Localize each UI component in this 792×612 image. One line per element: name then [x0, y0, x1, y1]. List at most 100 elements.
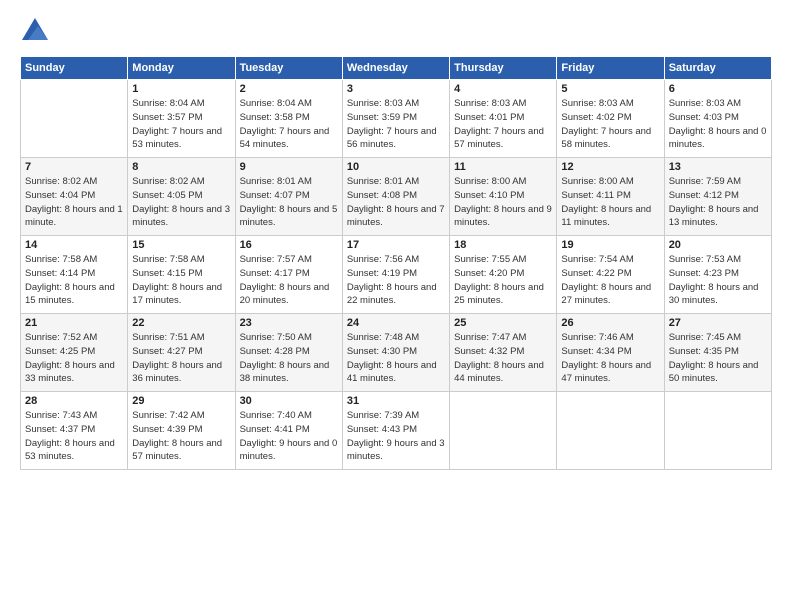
- weekday-header-cell: Monday: [128, 57, 235, 80]
- day-number: 2: [240, 83, 338, 95]
- calendar-cell: 21 Sunrise: 7:52 AMSunset: 4:25 PMDayligh…: [21, 314, 128, 392]
- calendar-cell: [664, 392, 771, 470]
- calendar-week-row: 14 Sunrise: 7:58 AMSunset: 4:14 PMDayligh…: [21, 236, 772, 314]
- calendar-cell: 4 Sunrise: 8:03 AMSunset: 4:01 PMDaylight…: [450, 80, 557, 158]
- calendar-cell: 12Sunrise: 8:00 AMSunset: 4:11 PMDayligh…: [557, 158, 664, 236]
- day-number: 15: [132, 239, 230, 251]
- day-info: Sunrise: 7:52 AMSunset: 4:25 PMDaylight:…: [25, 331, 123, 386]
- day-number: 22: [132, 317, 230, 329]
- day-number: 26: [561, 317, 659, 329]
- day-info: Sunrise: 7:50 AMSunset: 4:28 PMDaylight:…: [240, 331, 338, 386]
- calendar-cell: 22 Sunrise: 7:51 AMSunset: 4:27 PMDayligh…: [128, 314, 235, 392]
- day-info: Sunrise: 7:40 AMSunset: 4:41 PMDaylight:…: [240, 409, 338, 464]
- calendar-cell: [450, 392, 557, 470]
- logo: [20, 16, 54, 46]
- day-number: 1: [132, 83, 230, 95]
- day-number: 21: [25, 317, 123, 329]
- day-number: 5: [561, 83, 659, 95]
- day-info: Sunrise: 7:47 AMSunset: 4:32 PMDaylight:…: [454, 331, 552, 386]
- calendar-cell: 17 Sunrise: 7:56 AMSunset: 4:19 PMDayligh…: [342, 236, 449, 314]
- calendar-cell: 14 Sunrise: 7:58 AMSunset: 4:14 PMDayligh…: [21, 236, 128, 314]
- calendar-cell: [21, 80, 128, 158]
- day-info: Sunrise: 8:01 AMSunset: 4:07 PMDaylight:…: [240, 175, 338, 230]
- calendar-cell: 19Sunrise: 7:54 AMSunset: 4:22 PMDayligh…: [557, 236, 664, 314]
- day-number: 31: [347, 395, 445, 407]
- day-number: 8: [132, 161, 230, 173]
- day-info: Sunrise: 8:02 AMSunset: 4:04 PMDaylight:…: [25, 175, 123, 230]
- day-number: 12: [561, 161, 659, 173]
- page: SundayMondayTuesdayWednesdayThursdayFrid…: [0, 0, 792, 612]
- day-info: Sunrise: 7:51 AMSunset: 4:27 PMDaylight:…: [132, 331, 230, 386]
- day-number: 7: [25, 161, 123, 173]
- day-number: 27: [669, 317, 767, 329]
- day-info: Sunrise: 7:56 AMSunset: 4:19 PMDaylight:…: [347, 253, 445, 308]
- day-info: Sunrise: 7:55 AMSunset: 4:20 PMDaylight:…: [454, 253, 552, 308]
- day-number: 17: [347, 239, 445, 251]
- calendar-cell: 2Sunrise: 8:04 AMSunset: 3:58 PMDaylight…: [235, 80, 342, 158]
- day-number: 29: [132, 395, 230, 407]
- day-number: 3: [347, 83, 445, 95]
- day-info: Sunrise: 7:57 AMSunset: 4:17 PMDaylight:…: [240, 253, 338, 308]
- calendar-cell: 24 Sunrise: 7:48 AMSunset: 4:30 PMDayligh…: [342, 314, 449, 392]
- day-info: Sunrise: 7:43 AMSunset: 4:37 PMDaylight:…: [25, 409, 123, 464]
- calendar-cell: 9 Sunrise: 8:01 AMSunset: 4:07 PMDaylight…: [235, 158, 342, 236]
- weekday-header-cell: Saturday: [664, 57, 771, 80]
- day-number: 9: [240, 161, 338, 173]
- day-info: Sunrise: 8:03 AMSunset: 4:01 PMDaylight:…: [454, 97, 552, 152]
- weekday-header-cell: Tuesday: [235, 57, 342, 80]
- day-info: Sunrise: 7:48 AMSunset: 4:30 PMDaylight:…: [347, 331, 445, 386]
- day-info: Sunrise: 8:00 AMSunset: 4:10 PMDaylight:…: [454, 175, 552, 230]
- calendar-cell: 11 Sunrise: 8:00 AMSunset: 4:10 PMDayligh…: [450, 158, 557, 236]
- day-number: 14: [25, 239, 123, 251]
- weekday-header-cell: Friday: [557, 57, 664, 80]
- calendar-cell: 25 Sunrise: 7:47 AMSunset: 4:32 PMDayligh…: [450, 314, 557, 392]
- calendar-cell: 15 Sunrise: 7:58 AMSunset: 4:15 PMDayligh…: [128, 236, 235, 314]
- calendar: SundayMondayTuesdayWednesdayThursdayFrid…: [20, 56, 772, 470]
- day-info: Sunrise: 8:02 AMSunset: 4:05 PMDaylight:…: [132, 175, 230, 230]
- calendar-cell: [557, 392, 664, 470]
- day-info: Sunrise: 7:46 AMSunset: 4:34 PMDaylight:…: [561, 331, 659, 386]
- day-info: Sunrise: 7:58 AMSunset: 4:14 PMDaylight:…: [25, 253, 123, 308]
- day-info: Sunrise: 7:42 AMSunset: 4:39 PMDaylight:…: [132, 409, 230, 464]
- day-info: Sunrise: 7:39 AMSunset: 4:43 PMDaylight:…: [347, 409, 445, 464]
- day-info: Sunrise: 7:53 AMSunset: 4:23 PMDaylight:…: [669, 253, 767, 308]
- day-info: Sunrise: 7:59 AMSunset: 4:12 PMDaylight:…: [669, 175, 767, 230]
- calendar-cell: 7 Sunrise: 8:02 AMSunset: 4:04 PMDaylight…: [21, 158, 128, 236]
- calendar-cell: 30 Sunrise: 7:40 AMSunset: 4:41 PMDayligh…: [235, 392, 342, 470]
- calendar-cell: 23 Sunrise: 7:50 AMSunset: 4:28 PMDayligh…: [235, 314, 342, 392]
- calendar-cell: 13Sunrise: 7:59 AMSunset: 4:12 PMDayligh…: [664, 158, 771, 236]
- calendar-cell: 8 Sunrise: 8:02 AMSunset: 4:05 PMDaylight…: [128, 158, 235, 236]
- logo-icon: [20, 16, 50, 46]
- calendar-cell: 29 Sunrise: 7:42 AMSunset: 4:39 PMDayligh…: [128, 392, 235, 470]
- day-number: 30: [240, 395, 338, 407]
- calendar-cell: 27 Sunrise: 7:45 AMSunset: 4:35 PMDayligh…: [664, 314, 771, 392]
- calendar-cell: 20Sunrise: 7:53 AMSunset: 4:23 PMDayligh…: [664, 236, 771, 314]
- day-number: 23: [240, 317, 338, 329]
- day-number: 10: [347, 161, 445, 173]
- calendar-cell: 3Sunrise: 8:03 AMSunset: 3:59 PMDaylight…: [342, 80, 449, 158]
- weekday-header-cell: Thursday: [450, 57, 557, 80]
- day-number: 4: [454, 83, 552, 95]
- day-info: Sunrise: 8:01 AMSunset: 4:08 PMDaylight:…: [347, 175, 445, 230]
- day-info: Sunrise: 8:04 AMSunset: 3:57 PMDaylight:…: [132, 97, 230, 152]
- calendar-cell: 16Sunrise: 7:57 AMSunset: 4:17 PMDayligh…: [235, 236, 342, 314]
- day-info: Sunrise: 8:03 AMSunset: 4:03 PMDaylight:…: [669, 97, 767, 152]
- calendar-week-row: 1 Sunrise: 8:04 AMSunset: 3:57 PMDaylight…: [21, 80, 772, 158]
- calendar-week-row: 7 Sunrise: 8:02 AMSunset: 4:04 PMDaylight…: [21, 158, 772, 236]
- calendar-cell: 6 Sunrise: 8:03 AMSunset: 4:03 PMDaylight…: [664, 80, 771, 158]
- calendar-week-row: 28 Sunrise: 7:43 AMSunset: 4:37 PMDayligh…: [21, 392, 772, 470]
- day-number: 25: [454, 317, 552, 329]
- calendar-cell: 18 Sunrise: 7:55 AMSunset: 4:20 PMDayligh…: [450, 236, 557, 314]
- day-number: 18: [454, 239, 552, 251]
- day-info: Sunrise: 7:54 AMSunset: 4:22 PMDaylight:…: [561, 253, 659, 308]
- day-number: 11: [454, 161, 552, 173]
- calendar-cell: 28 Sunrise: 7:43 AMSunset: 4:37 PMDayligh…: [21, 392, 128, 470]
- calendar-week-row: 21 Sunrise: 7:52 AMSunset: 4:25 PMDayligh…: [21, 314, 772, 392]
- day-info: Sunrise: 7:58 AMSunset: 4:15 PMDaylight:…: [132, 253, 230, 308]
- day-info: Sunrise: 7:45 AMSunset: 4:35 PMDaylight:…: [669, 331, 767, 386]
- weekday-header-cell: Wednesday: [342, 57, 449, 80]
- weekday-header-cell: Sunday: [21, 57, 128, 80]
- day-number: 6: [669, 83, 767, 95]
- day-number: 24: [347, 317, 445, 329]
- day-number: 28: [25, 395, 123, 407]
